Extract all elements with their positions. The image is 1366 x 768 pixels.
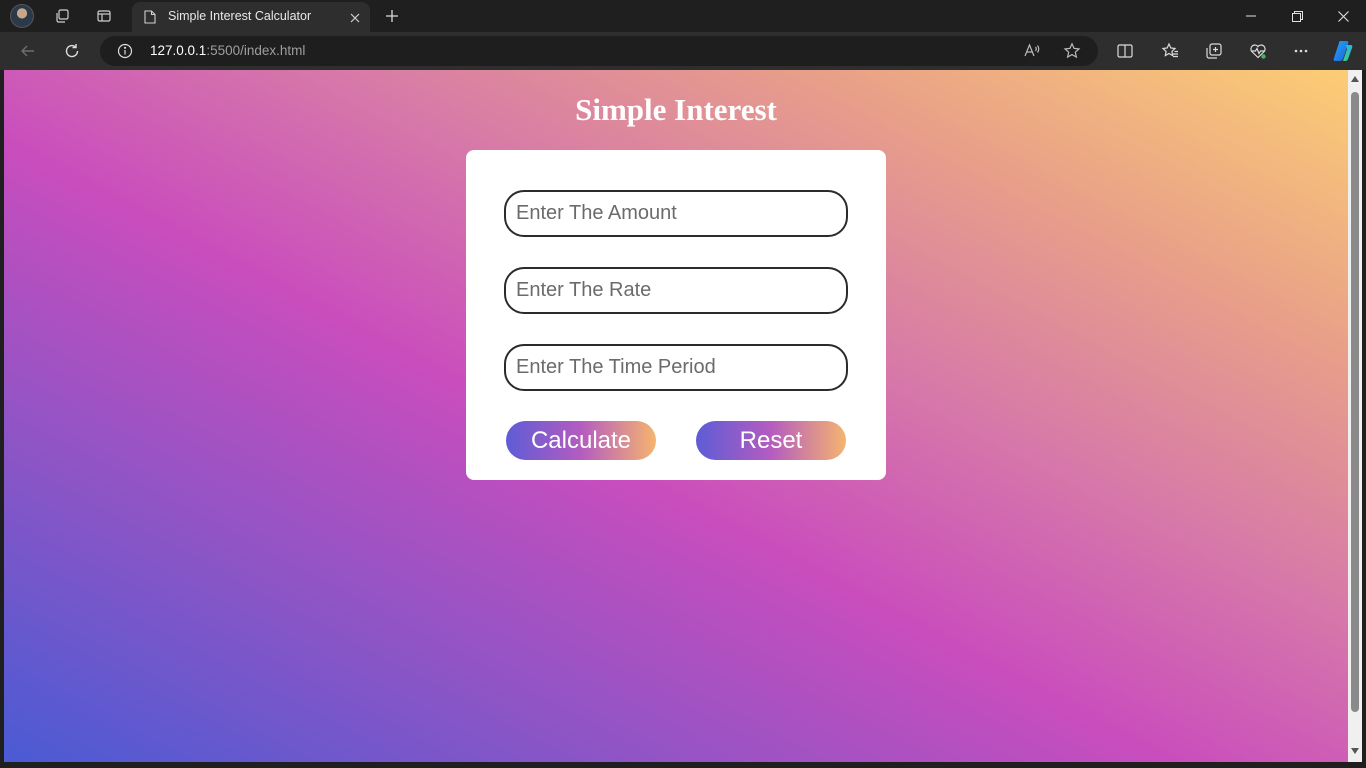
tab-simple-interest[interactable]: Simple Interest Calculator bbox=[132, 2, 370, 32]
more-options-icon[interactable] bbox=[1287, 37, 1315, 65]
favorites-icon[interactable] bbox=[1156, 37, 1184, 65]
address-bar[interactable]: 127.0.0.1:5500/index.html bbox=[100, 36, 1098, 66]
calculator-card: Calculate Reset bbox=[466, 150, 886, 480]
minimize-icon[interactable] bbox=[1228, 0, 1274, 32]
new-tab-icon[interactable] bbox=[380, 4, 404, 28]
profile-avatar[interactable] bbox=[10, 4, 34, 28]
scroll-thumb[interactable] bbox=[1351, 92, 1359, 712]
site-info-icon[interactable] bbox=[117, 43, 133, 64]
page-viewport: Simple Interest Calculate Reset bbox=[4, 70, 1348, 762]
browser-title-bar: Simple Interest Calculator bbox=[0, 0, 1366, 32]
restore-icon[interactable] bbox=[1274, 0, 1320, 32]
rate-input[interactable] bbox=[504, 267, 848, 314]
tab-actions-icon[interactable] bbox=[92, 4, 116, 28]
scroll-up-icon[interactable] bbox=[1350, 74, 1360, 84]
page-title: Simple Interest bbox=[575, 92, 777, 127]
split-screen-icon[interactable] bbox=[1111, 37, 1139, 65]
url-path: :5500/index.html bbox=[206, 43, 306, 58]
collections-icon[interactable] bbox=[1200, 37, 1228, 65]
read-aloud-icon[interactable] bbox=[1023, 42, 1041, 65]
page-icon bbox=[144, 10, 156, 29]
close-window-icon[interactable] bbox=[1320, 0, 1366, 32]
page-scrollbar[interactable] bbox=[1348, 70, 1362, 762]
browser-essentials-icon[interactable] bbox=[1244, 37, 1272, 65]
tab-title: Simple Interest Calculator bbox=[168, 9, 312, 23]
amount-input[interactable] bbox=[504, 190, 848, 237]
close-tab-icon[interactable] bbox=[349, 11, 361, 29]
scroll-down-icon[interactable] bbox=[1350, 746, 1360, 756]
calculate-button[interactable]: Calculate bbox=[506, 421, 656, 460]
refresh-icon[interactable] bbox=[57, 37, 87, 65]
back-arrow-icon[interactable] bbox=[13, 37, 43, 65]
url-text: 127.0.0.1:5500/index.html bbox=[150, 43, 305, 58]
time-period-input[interactable] bbox=[504, 344, 848, 391]
window-bottom-edge bbox=[0, 762, 1366, 768]
browser-toolbar: 127.0.0.1:5500/index.html bbox=[0, 32, 1366, 70]
copilot-icon[interactable] bbox=[1329, 37, 1357, 65]
favorite-star-icon[interactable] bbox=[1063, 42, 1081, 65]
workspaces-icon[interactable] bbox=[50, 4, 74, 28]
url-host: 127.0.0.1 bbox=[150, 43, 207, 58]
reset-button[interactable]: Reset bbox=[696, 421, 846, 460]
